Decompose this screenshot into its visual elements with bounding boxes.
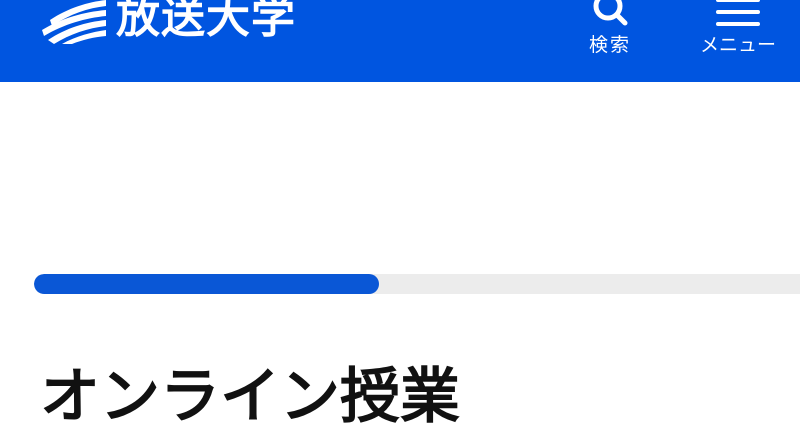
logo-mark-icon: [42, 0, 106, 44]
logo-text: 放送大学: [116, 0, 296, 43]
site-header: 放送大学 検索 メニュー: [0, 0, 800, 82]
search-icon: [593, 0, 628, 26]
page-title: オンライン授業: [40, 362, 460, 432]
search-label: 検索: [588, 34, 631, 56]
hamburger-menu-icon: [716, 0, 760, 26]
progress-bar: [34, 274, 800, 294]
site-logo[interactable]: 放送大学: [40, 0, 296, 44]
menu-label: メニュー: [699, 34, 776, 56]
progress-bar-fill: [34, 274, 379, 294]
menu-button[interactable]: メニュー: [686, 0, 790, 82]
search-button[interactable]: 検索: [574, 0, 646, 82]
